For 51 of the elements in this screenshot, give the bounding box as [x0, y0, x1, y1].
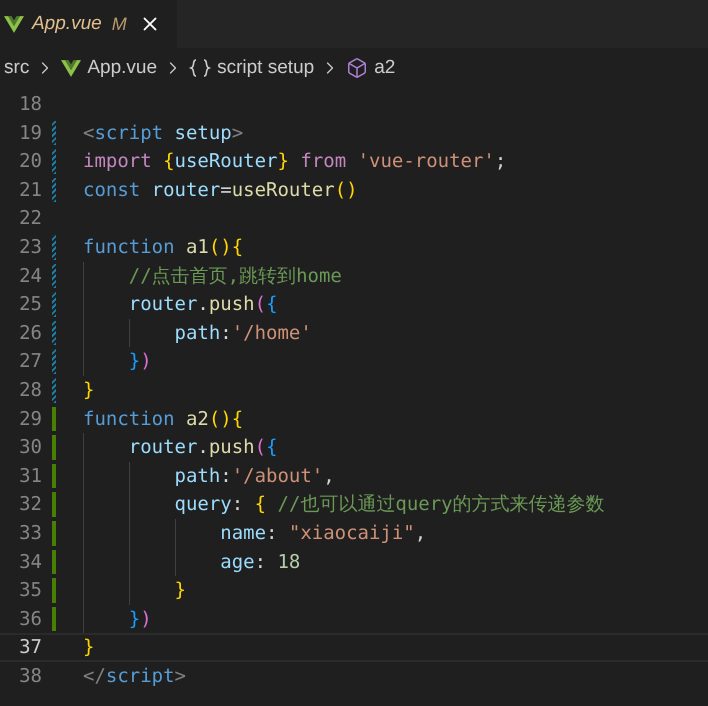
line-number: 29: [18, 406, 42, 432]
code-line: function a1(){: [83, 235, 244, 260]
line-number: 31: [18, 464, 42, 489]
line-number: 33: [18, 520, 42, 546]
code-line: function a2(){: [83, 406, 244, 432]
code-line: import {useRouter} from 'vue-router';: [83, 149, 506, 174]
cube-icon: [346, 57, 368, 79]
vue-logo-icon: [4, 16, 24, 32]
code-line: }: [174, 578, 186, 604]
line-number: 35: [18, 578, 42, 604]
code-line: }: [83, 378, 94, 403]
code-line: }): [128, 606, 152, 632]
code-line: //点击首页,跳转到home: [128, 264, 342, 289]
line-number: 26: [18, 320, 42, 346]
breadcrumb-item[interactable]: App.vue: [87, 54, 158, 82]
line-number: 18: [18, 92, 42, 118]
line-number: 30: [18, 435, 42, 460]
code-line: }: [83, 635, 94, 660]
code-line: path:'/about',: [174, 464, 335, 489]
vue-logo-icon: [61, 60, 82, 76]
code-line: const router=useRouter(): [83, 178, 358, 203]
line-number: 22: [18, 206, 42, 232]
line-number: 20: [18, 149, 42, 174]
line-number: 36: [18, 606, 42, 632]
line-number: 19: [18, 120, 42, 146]
line-number: 27: [18, 349, 42, 374]
code-line: router.push({: [128, 292, 278, 318]
line-number: 23: [18, 235, 42, 260]
line-number: 21: [18, 178, 42, 203]
line-number: 34: [18, 550, 42, 575]
breadcrumb-item[interactable]: a2: [374, 54, 396, 82]
braces-icon: [189, 58, 212, 78]
breadcrumb-item[interactable]: src: [4, 54, 30, 82]
code-line: </script>: [83, 664, 186, 689]
code-line: path:'/home': [174, 320, 312, 346]
tab-label: App.vue: [32, 12, 102, 36]
line-number: 25: [18, 292, 42, 318]
code-line: age: 18: [219, 550, 300, 575]
line-number: 38: [18, 664, 42, 689]
line-number: 24: [18, 264, 42, 289]
line-number: 32: [18, 492, 42, 518]
code-line: <script setup>: [83, 120, 244, 146]
code-line: }): [128, 349, 152, 374]
code-line: query: { //也可以通过query的方式来传递参数: [174, 492, 605, 518]
git-status: M: [112, 12, 127, 36]
breadcrumb-item[interactable]: script setup: [217, 54, 314, 82]
line-number: 28: [18, 378, 42, 403]
code-line: name: "xiaocaiji",: [219, 520, 426, 546]
code-line: router.push({: [128, 435, 278, 460]
editor-tab[interactable]: App.vue M: [0, 0, 177, 48]
line-number: 37: [18, 635, 42, 660]
